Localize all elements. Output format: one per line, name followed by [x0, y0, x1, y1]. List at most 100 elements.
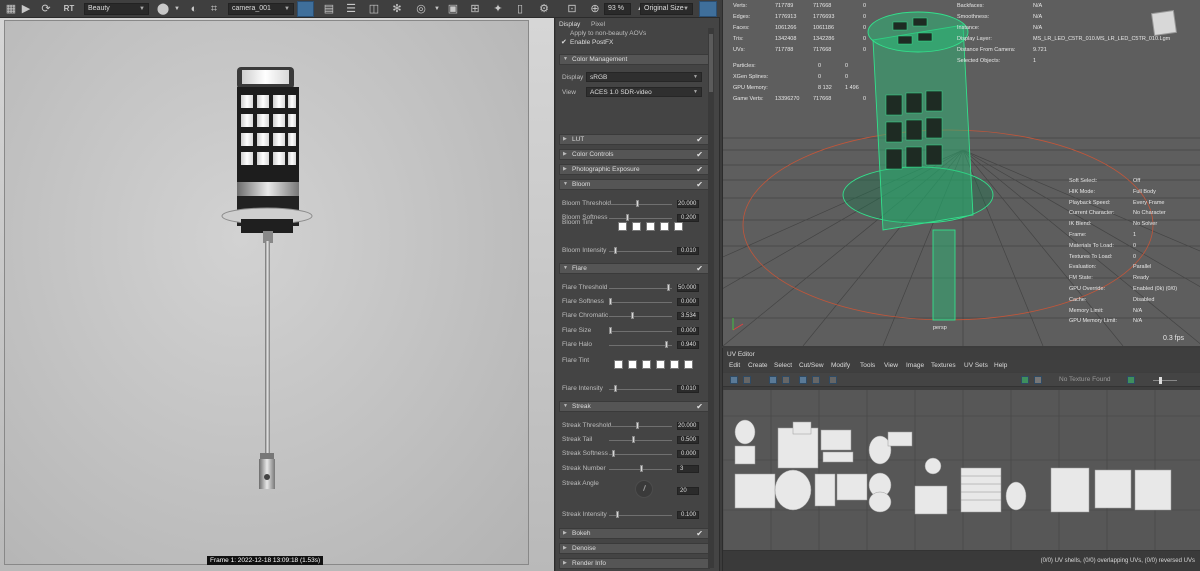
flare-halo-field[interactable]: 0.940 [677, 341, 699, 349]
slider-track[interactable] [609, 251, 672, 252]
slider-track[interactable] [609, 345, 672, 346]
tint-swatch[interactable] [660, 222, 669, 231]
uv-tool-icon[interactable] [799, 376, 807, 384]
slider-thumb[interactable] [609, 327, 612, 334]
streak-tail-field[interactable]: 0.500 [677, 436, 699, 444]
menu-textures[interactable]: Textures [931, 362, 956, 369]
slider-thumb[interactable] [636, 422, 639, 429]
streak-softness-field[interactable]: 0.000 [677, 450, 699, 458]
section-lut[interactable]: ▶ LUT ✔ [559, 134, 710, 145]
isolate-icon[interactable]: ◎ [414, 2, 428, 16]
streak-number-field[interactable]: 3 [677, 465, 699, 473]
slider-thumb[interactable] [612, 450, 615, 457]
checkbox-checked-icon[interactable]: ✔ [696, 529, 703, 538]
render-icon[interactable]: ▶ [19, 2, 33, 16]
slider-track[interactable] [609, 204, 672, 205]
crop-icon[interactable]: ⌗ [207, 2, 221, 16]
angle-dial[interactable] [635, 480, 653, 498]
channel-icon[interactable]: ⬤ [156, 2, 170, 16]
menu-create[interactable]: Create [748, 362, 768, 369]
streak-intensity-field[interactable]: 0.100 [677, 511, 699, 519]
section-denoise[interactable]: ▶ Denoise [559, 543, 710, 554]
tint-swatch[interactable] [628, 360, 637, 369]
menu-tools[interactable]: Tools [860, 362, 875, 369]
menu-image[interactable]: Image [906, 362, 924, 369]
perspective-viewport[interactable]: persp 0.3 fps Verts: 717789 717668 0 Edges: 1… [722, 0, 1200, 346]
slider-track[interactable] [609, 389, 672, 390]
slider-thumb[interactable] [667, 284, 671, 291]
menu-uv-sets[interactable]: UV Sets [964, 362, 988, 369]
uv-tool-icon[interactable] [730, 376, 738, 384]
section-streak[interactable]: ▼ Streak ✔ [559, 401, 710, 412]
menu-select[interactable]: Select [774, 362, 792, 369]
bloom-intensity-field[interactable]: 0.010 [677, 247, 699, 255]
ipr-icon[interactable]: ⟳ [39, 2, 53, 16]
menu-modify[interactable]: Modify [831, 362, 850, 369]
streak-angle-field[interactable]: 20 [677, 487, 699, 495]
enable-postfx-label[interactable]: Enable PostFX [570, 39, 613, 46]
slider-thumb[interactable] [616, 511, 620, 518]
slider-track[interactable] [609, 440, 672, 441]
slider-thumb[interactable] [640, 465, 644, 472]
menu-view[interactable]: View [884, 362, 898, 369]
slider-track[interactable] [1153, 380, 1177, 381]
tint-swatch[interactable] [646, 222, 655, 231]
tint-swatch[interactable] [618, 222, 627, 231]
slider-thumb[interactable] [609, 298, 612, 305]
checkbox-checked-icon[interactable]: ✔ [696, 264, 703, 273]
region-render-button[interactable] [297, 1, 314, 17]
flare-chromatic-field[interactable]: 3.534 [677, 312, 699, 320]
size-mode-select[interactable]: Original Size ▼ [640, 3, 693, 15]
checkbox-checked-icon[interactable]: ✔ [696, 135, 703, 144]
bloom-threshold-field[interactable]: 20.000 [677, 200, 699, 208]
compare-icon[interactable]: ◫ [367, 2, 381, 16]
flare-intensity-field[interactable]: 0.010 [677, 385, 699, 393]
tint-swatch[interactable] [614, 360, 623, 369]
tint-swatch[interactable] [656, 360, 665, 369]
streak-threshold-field[interactable]: 20.000 [677, 422, 699, 430]
menu-edit[interactable]: Edit [729, 362, 740, 369]
checkbox-checked-icon[interactable]: ✔ [696, 402, 703, 411]
grid-icon[interactable]: ▤ [322, 2, 336, 16]
slider-thumb[interactable] [1159, 377, 1162, 384]
lock-icon[interactable]: ▯ [513, 2, 527, 16]
camera-select[interactable]: camera_001 ▼ [228, 3, 294, 15]
flare-size-field[interactable]: 0.000 [677, 327, 699, 335]
tint-swatch[interactable] [684, 360, 693, 369]
checkbox-checked-icon[interactable]: ✔ [561, 38, 567, 46]
slider-track[interactable] [609, 302, 672, 303]
uv-tool-icon[interactable] [769, 376, 777, 384]
snowflake-icon[interactable]: ✻ [390, 2, 404, 16]
zoom-field[interactable]: 93 % [604, 3, 631, 15]
menu-cut-sew[interactable]: Cut/Sew [799, 362, 824, 369]
scrollbar-thumb[interactable] [709, 34, 713, 92]
display-select[interactable]: sRGB ▼ [586, 72, 702, 82]
rt-button[interactable]: RT [62, 2, 76, 16]
chevron-down-icon[interactable]: ▼ [170, 2, 184, 16]
slider-track[interactable] [609, 316, 672, 317]
section-flare[interactable]: ▼ Flare ✔ [559, 263, 710, 274]
uv-tool-icon[interactable] [743, 376, 751, 384]
uv-tool-icon[interactable] [812, 376, 820, 384]
uv-canvas[interactable] [723, 390, 1200, 550]
slider-track[interactable] [609, 218, 672, 219]
flare-softness-field[interactable]: 0.000 [677, 298, 699, 306]
slider-thumb[interactable] [636, 200, 639, 207]
tab-display[interactable]: Display [559, 21, 580, 28]
flare-threshold-field[interactable]: 50.000 [677, 284, 699, 292]
checker-icon[interactable] [1034, 376, 1042, 384]
slider-thumb[interactable] [613, 247, 617, 254]
slider-thumb[interactable] [631, 436, 635, 443]
tint-swatch[interactable] [632, 222, 641, 231]
tint-swatch[interactable] [670, 360, 679, 369]
section-color-management[interactable]: ▼ Color Management [559, 54, 710, 65]
texture-icon[interactable] [1021, 376, 1029, 384]
chevron-down-icon[interactable]: ▼ [430, 2, 444, 16]
slider-track[interactable] [609, 426, 672, 427]
checkbox-checked-icon[interactable]: ✔ [696, 180, 703, 189]
panel-scrollbar[interactable] [708, 28, 714, 568]
checkbox-checked-icon[interactable]: ✔ [696, 165, 703, 174]
slider-thumb[interactable] [665, 341, 669, 348]
tab-pixel[interactable]: Pixel [591, 21, 605, 28]
exposure-icon[interactable]: ◐ [187, 2, 201, 16]
